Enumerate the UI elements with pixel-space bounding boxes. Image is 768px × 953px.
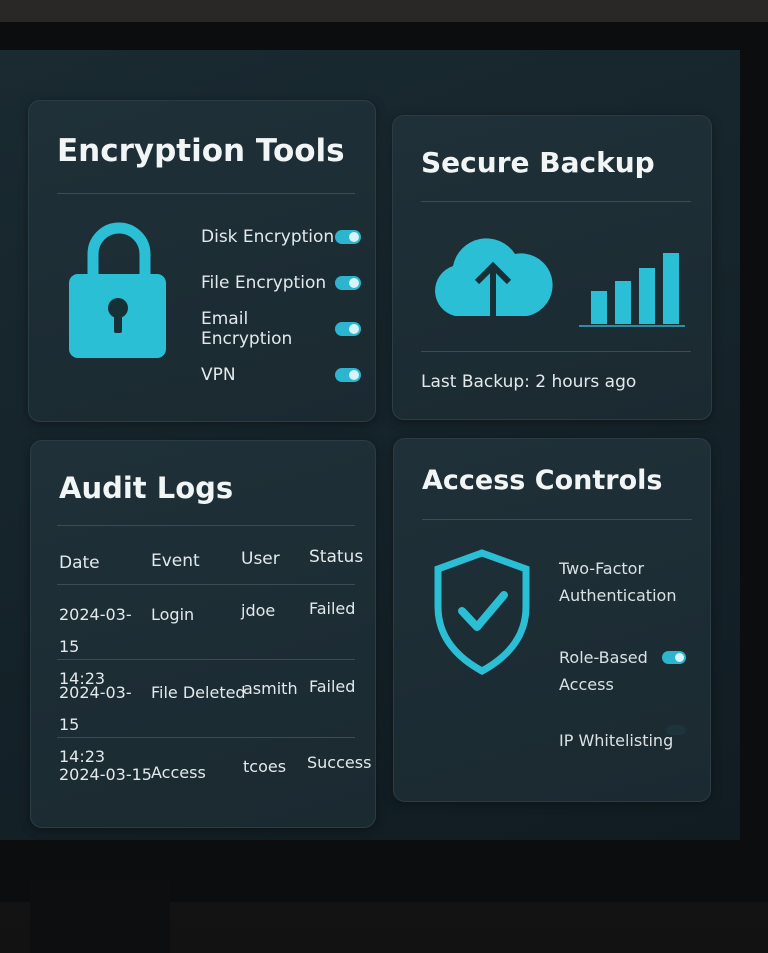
lock-icon: [69, 216, 169, 361]
cell-event: Login: [151, 605, 195, 624]
cell-user: asmith: [243, 679, 298, 698]
encryption-tools-card: Encryption Tools Disk Encryption File En…: [28, 100, 376, 422]
cell-event: Access: [151, 763, 206, 782]
two-factor-authentication-label: Two-Factor Authentication: [559, 559, 677, 605]
divider: [422, 519, 692, 520]
vpn-toggle[interactable]: [335, 368, 361, 382]
secure-backup-title: Secure Backup: [421, 146, 655, 179]
cell-status: Failed: [309, 677, 356, 696]
column-header-date[interactable]: Date: [59, 553, 100, 573]
cell-date-value: 2024-03-15: [59, 605, 132, 656]
file-encryption-toggle[interactable]: [335, 276, 361, 290]
cell-date: 2024-03-15: [59, 765, 152, 784]
divider: [57, 525, 355, 526]
cell-date-value: 2024-03-15: [59, 683, 132, 734]
cell-status: Failed: [309, 599, 356, 618]
divider: [421, 201, 691, 202]
divider: [57, 584, 355, 585]
role-based-access-toggle[interactable]: [662, 651, 686, 664]
last-backup-status: Last Backup: 2 hours ago: [421, 372, 637, 392]
column-header-event[interactable]: Event: [151, 551, 200, 571]
divider: [57, 193, 355, 194]
toggle-row-email-encryption: Email Encryption: [201, 309, 361, 349]
audit-logs-card: Audit Logs Date Event User Status 2024-0…: [30, 440, 376, 828]
toggle-row-file-encryption: File Encryption: [201, 271, 361, 295]
email-encryption-toggle[interactable]: [335, 322, 361, 336]
toggle-label: VPN: [201, 365, 236, 385]
toggle-label: Disk Encryption: [201, 227, 335, 247]
ip-whitelisting-toggle[interactable]: [666, 725, 686, 735]
access-controls-card: Access Controls Two-Factor Authenticatio…: [393, 438, 711, 802]
cell-user: tcoes: [243, 757, 287, 776]
toggle-row-disk-encryption: Disk Encryption: [201, 225, 361, 249]
secure-backup-card: Secure Backup Last Backup: 2 hours ago: [392, 115, 712, 420]
divider: [57, 659, 355, 660]
divider: [421, 351, 691, 352]
divider: [57, 737, 355, 738]
cloud-upload-icon: [427, 226, 557, 321]
cell-status: Success: [307, 753, 372, 772]
monitor-stand: [30, 880, 170, 953]
role-based-access-label: Role-Based Access: [559, 648, 648, 694]
column-header-status[interactable]: Status: [309, 547, 363, 567]
disk-encryption-toggle[interactable]: [335, 230, 361, 244]
cell-user: jdoe: [241, 601, 276, 620]
cell-event: File Deleted: [151, 683, 246, 702]
access-controls-title: Access Controls: [422, 465, 663, 496]
toggle-row-vpn: VPN: [201, 363, 361, 387]
toggle-label: Email Encryption: [201, 309, 293, 349]
dashboard-screen: Encryption Tools Disk Encryption File En…: [0, 50, 740, 840]
shield-check-icon: [432, 547, 532, 675]
toggle-label: File Encryption: [201, 273, 327, 293]
audit-logs-title: Audit Logs: [59, 471, 234, 505]
bar-chart-icon: [573, 241, 688, 331]
encryption-tools-title: Encryption Tools: [57, 133, 345, 169]
column-header-user[interactable]: User: [241, 549, 280, 569]
